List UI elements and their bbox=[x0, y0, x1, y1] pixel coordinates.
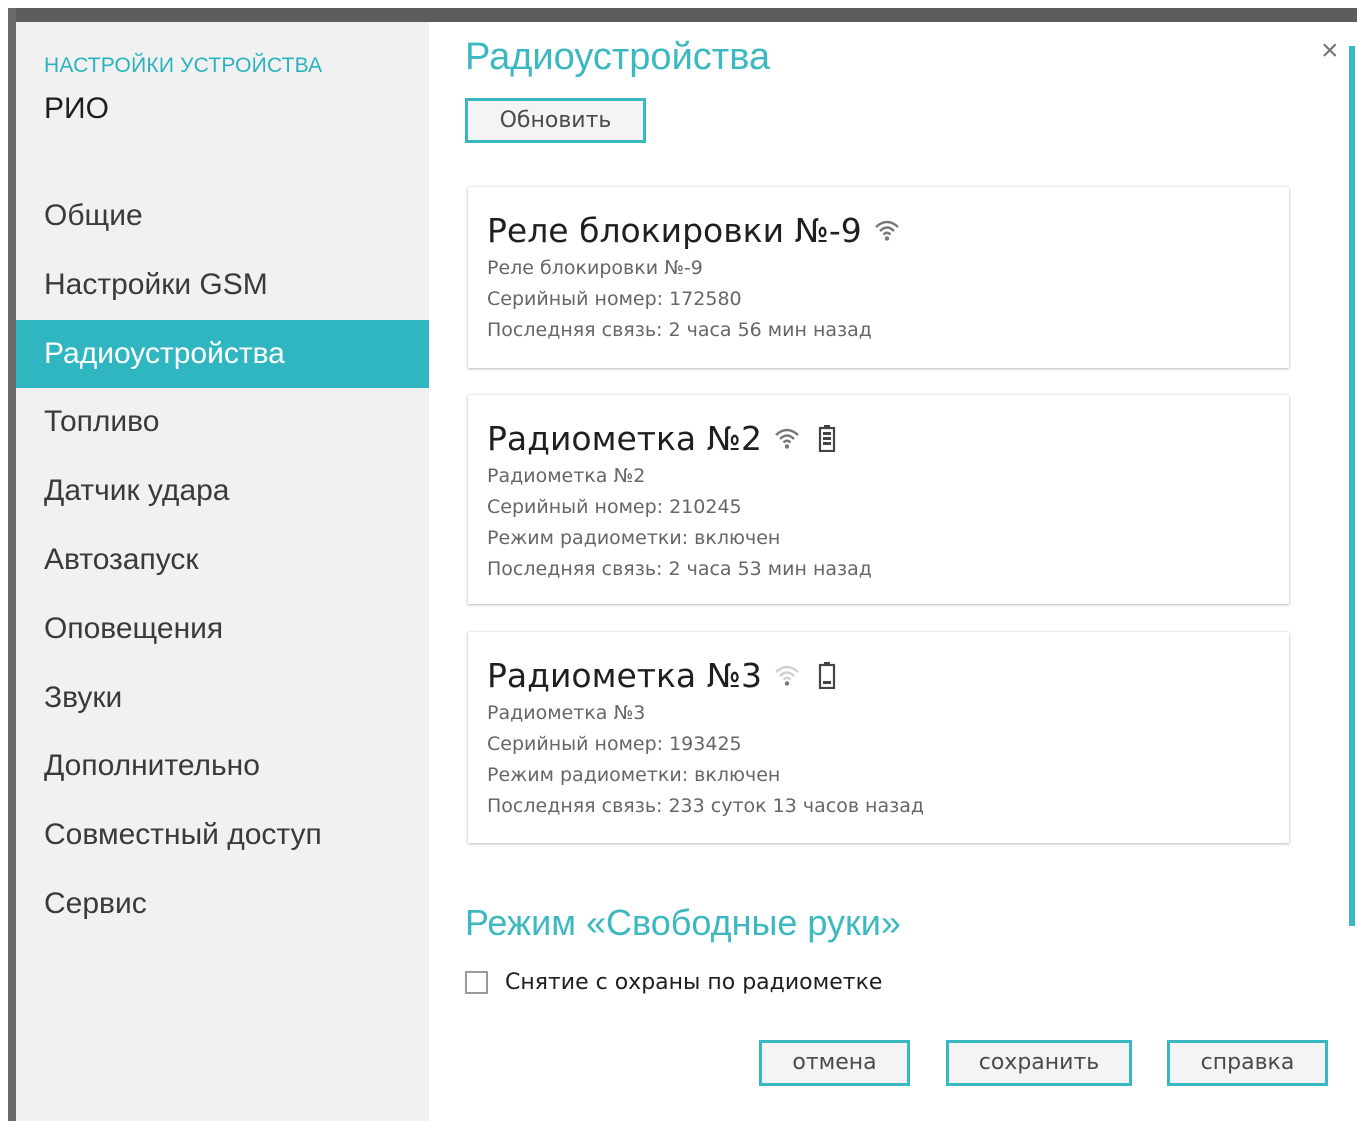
backdrop-window-edge bbox=[8, 8, 16, 1121]
page-title: Радиоустройства bbox=[465, 36, 771, 78]
sidebar-item-additional[interactable]: Дополнительно bbox=[16, 732, 429, 801]
sidebar-item-sounds[interactable]: Звуки bbox=[16, 664, 429, 733]
hands-free-title: Режим «Свободные руки» bbox=[465, 902, 901, 943]
sidebar-item-gsm-settings[interactable]: Настройки GSM bbox=[16, 251, 429, 320]
sidebar-item-notifications[interactable]: Оповещения bbox=[16, 595, 429, 664]
device-title-text: Радиометка №3 bbox=[487, 655, 762, 695]
device-info-line: Радиометка №2 bbox=[487, 465, 646, 487]
main-panel: Радиоустройства Обновить Реле блокировки… bbox=[429, 22, 1357, 1121]
refresh-button[interactable]: Обновить bbox=[465, 98, 646, 143]
settings-sidebar: НАСТРОЙКИ УСТРОЙСТВА РИО Общие Настройки… bbox=[16, 22, 429, 1121]
wifi-signal-icon bbox=[774, 662, 800, 688]
scrollbar[interactable] bbox=[1349, 46, 1355, 926]
backdrop-window-bar bbox=[10, 8, 1357, 22]
sidebar-item-service[interactable]: Сервис bbox=[16, 870, 429, 939]
device-serial-number: Серийный номер: 172580 bbox=[487, 288, 742, 310]
device-last-seen: Последняя связь: 233 суток 13 часов наза… bbox=[487, 795, 925, 817]
device-mode: Режим радиометки: включен bbox=[487, 764, 781, 786]
device-name: РИО bbox=[44, 92, 109, 125]
device-card: Радиометка №3 Радиометка №3 Серийный ном… bbox=[468, 632, 1289, 843]
sidebar-item-fuel[interactable]: Топливо bbox=[16, 388, 429, 457]
wifi-signal-icon bbox=[874, 217, 900, 243]
device-title-text: Радиометка №2 bbox=[487, 418, 762, 458]
sidebar-item-autostart[interactable]: Автозапуск bbox=[16, 526, 429, 595]
device-serial-number: Серийный номер: 193425 bbox=[487, 733, 742, 755]
cancel-button[interactable]: отмена bbox=[759, 1040, 910, 1086]
device-mode: Режим радиометки: включен bbox=[487, 527, 781, 549]
device-settings-dialog: НАСТРОЙКИ УСТРОЙСТВА РИО Общие Настройки… bbox=[16, 22, 1357, 1121]
hands-free-checkbox[interactable] bbox=[465, 971, 488, 994]
hands-free-option: Снятие с охраны по радиометке bbox=[465, 970, 882, 995]
device-info-line: Радиометка №3 bbox=[487, 702, 646, 724]
device-card: Реле блокировки №-9 Реле блокировки №-9 … bbox=[468, 187, 1289, 368]
wifi-signal-icon bbox=[774, 425, 800, 451]
close-icon[interactable]: × bbox=[1321, 36, 1339, 66]
device-card-title: Радиометка №3 bbox=[487, 652, 1289, 698]
device-info-line: Реле блокировки №-9 bbox=[487, 257, 703, 279]
device-last-seen: Последняя связь: 2 часа 53 мин назад bbox=[487, 558, 872, 580]
battery-icon bbox=[818, 424, 836, 452]
device-card-title: Реле блокировки №-9 bbox=[487, 207, 1289, 253]
device-last-seen: Последняя связь: 2 часа 56 мин назад bbox=[487, 319, 872, 341]
battery-icon bbox=[818, 661, 836, 689]
device-card: Радиометка №2 Радиометка №2 Серийный ном… bbox=[468, 395, 1289, 604]
sidebar-item-shock-sensor[interactable]: Датчик удара bbox=[16, 457, 429, 526]
sidebar-caption: НАСТРОЙКИ УСТРОЙСТВА bbox=[44, 54, 323, 77]
sidebar-item-radio-devices[interactable]: Радиоустройства bbox=[16, 319, 429, 389]
help-button[interactable]: справка bbox=[1167, 1040, 1328, 1086]
device-card-title: Радиометка №2 bbox=[487, 415, 1289, 461]
device-serial-number: Серийный номер: 210245 bbox=[487, 496, 742, 518]
hands-free-checkbox-label[interactable]: Снятие с охраны по радиометке bbox=[505, 970, 882, 995]
settings-nav: Общие Настройки GSM Радиоустройства Топл… bbox=[16, 182, 429, 939]
save-button[interactable]: сохранить bbox=[946, 1040, 1132, 1086]
device-title-text: Реле блокировки №-9 bbox=[487, 210, 862, 250]
sidebar-item-shared-access[interactable]: Совместный доступ bbox=[16, 801, 429, 870]
sidebar-item-general[interactable]: Общие bbox=[16, 182, 429, 251]
